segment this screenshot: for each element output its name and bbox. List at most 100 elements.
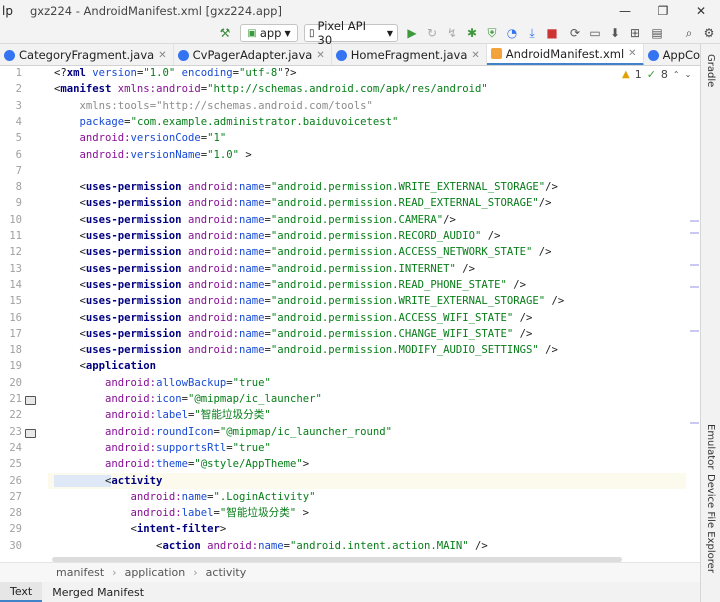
code-line[interactable]: android:versionName="1.0" > — [54, 147, 252, 163]
tab-appcompatpreference[interactable]: AppCompatPreferenceActi — [644, 44, 700, 65]
stripe-marker[interactable] — [690, 232, 699, 234]
close-icon[interactable]: ✕ — [316, 50, 324, 61]
breadcrumb-item[interactable]: activity — [206, 566, 247, 579]
check-icon: ✓ — [646, 68, 656, 81]
code-line[interactable]: android:label="智能垃圾分类" — [54, 407, 271, 423]
apply-changes-icon[interactable]: ↻ — [423, 24, 441, 42]
code-line[interactable]: <manifest xmlns:android="http://schemas.… — [54, 81, 488, 97]
chevron-up-icon[interactable]: ⌃ — [673, 70, 680, 79]
layout-inspector-icon[interactable]: ⊞ — [626, 24, 644, 42]
code-line[interactable]: android:theme="@style/AppTheme"> — [54, 456, 309, 472]
code-line[interactable]: <action android:name="android.intent.act… — [54, 538, 488, 554]
stripe-marker[interactable] — [690, 220, 699, 222]
code-line[interactable]: android:roundIcon="@mipmap/ic_launcher_r… — [54, 424, 392, 440]
code-token: supportsRtl — [156, 441, 227, 454]
hammer-icon[interactable]: ⚒ — [216, 24, 234, 42]
gradle-tool-button[interactable]: Gradle — [705, 54, 716, 87]
code-token: /> — [545, 344, 558, 357]
coverage-icon[interactable]: ⛨ — [483, 24, 501, 42]
menu-fragment[interactable]: lp — [0, 4, 30, 18]
code-token: label — [181, 507, 214, 520]
code-line[interactable]: <uses-permission android:name="android.p… — [54, 326, 533, 342]
device-select[interactable]: ▯ Pixel API 30 ▼ — [304, 19, 398, 47]
profile-icon[interactable]: ◔ — [503, 24, 521, 42]
search-icon[interactable]: ⌕ — [680, 24, 698, 42]
close-icon[interactable]: ✕ — [471, 50, 479, 61]
close-icon[interactable]: ✕ — [682, 0, 720, 22]
code-line[interactable]: android:name=".LoginActivity" — [54, 489, 316, 505]
inspection-widget[interactable]: ▲ 1 ✓ 8 ⌃ ⌄ — [622, 68, 691, 81]
stripe-marker[interactable] — [690, 422, 699, 424]
maximize-icon[interactable]: ❐ — [644, 0, 682, 22]
stripe-marker[interactable] — [690, 286, 699, 288]
run-config-select[interactable]: ▣ app ▼ — [240, 24, 298, 42]
image-preview-icon[interactable] — [25, 428, 36, 438]
attach-debugger-icon[interactable]: ⤓ — [523, 24, 541, 42]
code-line[interactable]: <uses-permission android:name="android.p… — [54, 293, 565, 309]
class-icon — [4, 49, 15, 61]
code-line[interactable]: android:allowBackup="true" — [54, 375, 271, 391]
code-token: "智能垃圾分类" — [194, 409, 271, 422]
code-token: uses-permission — [85, 327, 188, 340]
code-token: /> — [462, 262, 475, 275]
code-line[interactable]: <activity — [48, 472, 686, 489]
error-stripe[interactable] — [688, 66, 700, 560]
apply-code-changes-icon[interactable]: ↯ — [443, 24, 461, 42]
code-line[interactable]: <uses-permission android:name="android.p… — [54, 179, 558, 195]
code-line[interactable]: <uses-permission android:name="android.p… — [54, 261, 476, 277]
settings-icon[interactable]: ⚙ — [700, 24, 718, 42]
code-line[interactable]: <uses-permission android:name="android.p… — [54, 212, 456, 228]
code-line[interactable]: <uses-permission android:name="android.p… — [54, 310, 533, 326]
code-line[interactable]: android:versionCode="1" — [54, 130, 227, 146]
code-line[interactable]: <uses-permission android:name="android.p… — [54, 277, 527, 293]
code-token: < — [54, 295, 86, 308]
code-line[interactable]: <uses-permission android:name="android.p… — [54, 342, 558, 358]
code-token: /> — [487, 230, 501, 242]
sdk-manager-icon[interactable]: ⬇ — [606, 24, 624, 42]
code-token: < — [54, 344, 86, 357]
code-line[interactable]: <uses-permission android:name="android.p… — [54, 195, 552, 211]
code-token: android: — [130, 490, 182, 503]
stop-icon[interactable]: ■ — [543, 24, 561, 42]
tab-categoryfragment[interactable]: CategoryFragment.java ✕ — [0, 44, 174, 65]
code-token: android: — [105, 425, 157, 438]
code-line[interactable]: <application — [54, 358, 157, 374]
code-line[interactable]: <?xml version="1.0" encoding="utf-8"?> — [54, 66, 296, 81]
code-editor[interactable]: <?xml version="1.0" encoding="utf-8"?> <m… — [48, 66, 686, 560]
code-token: encoding — [181, 67, 233, 79]
avd-manager-icon[interactable]: ▭ — [586, 24, 604, 42]
code-line[interactable]: xmlns:tools="http://schemas.android.com/… — [54, 98, 373, 114]
stripe-marker[interactable] — [690, 330, 699, 332]
code-token: < — [54, 327, 86, 340]
tab-androidmanifest[interactable]: AndroidManifest.xml ✕ — [486, 44, 644, 65]
debug-icon[interactable]: ✱ — [463, 24, 481, 42]
stripe-marker[interactable] — [690, 264, 699, 266]
tab-homefragment[interactable]: HomeFragment.java ✕ — [332, 44, 487, 65]
breadcrumb-item[interactable]: manifest — [56, 566, 104, 579]
code-line[interactable]: <uses-permission android:name="android.p… — [54, 244, 552, 260]
run-icon[interactable]: ▶ — [403, 24, 421, 42]
code-line[interactable]: package="com.example.administrator.baidu… — [54, 114, 399, 130]
code-line[interactable]: android:supportsRtl="true" — [54, 440, 271, 456]
line-number: 28 — [9, 507, 22, 520]
code-line[interactable]: <intent-filter> — [54, 521, 227, 537]
close-icon[interactable]: ✕ — [628, 48, 636, 59]
tab-cvpageradapter[interactable]: CvPagerAdapter.java ✕ — [174, 44, 332, 65]
close-icon[interactable]: ✕ — [158, 50, 166, 61]
minimize-icon[interactable]: — — [606, 0, 644, 22]
code-line[interactable]: <uses-permission android:name="android.p… — [54, 228, 501, 244]
code-token: > — [219, 523, 227, 536]
emulator-tool-button[interactable]: Emulator — [705, 424, 716, 469]
code-line[interactable]: android:icon="@mipmap/ic_launcher" — [54, 391, 322, 407]
tab-merged-manifest[interactable]: Merged Manifest — [42, 582, 154, 602]
tab-text[interactable]: Text — [0, 582, 43, 602]
device-file-explorer-tool-button[interactable]: Device File Explorer — [705, 474, 716, 573]
code-line[interactable]: android:label="智能垃圾分类" > — [54, 505, 309, 521]
image-preview-icon[interactable] — [25, 396, 36, 405]
device-manager-icon[interactable]: ▤ — [648, 24, 666, 42]
code-token: /> — [538, 246, 552, 259]
breadcrumb-item[interactable]: application — [125, 566, 186, 579]
sync-gradle-icon[interactable]: ⟳ — [566, 24, 584, 42]
